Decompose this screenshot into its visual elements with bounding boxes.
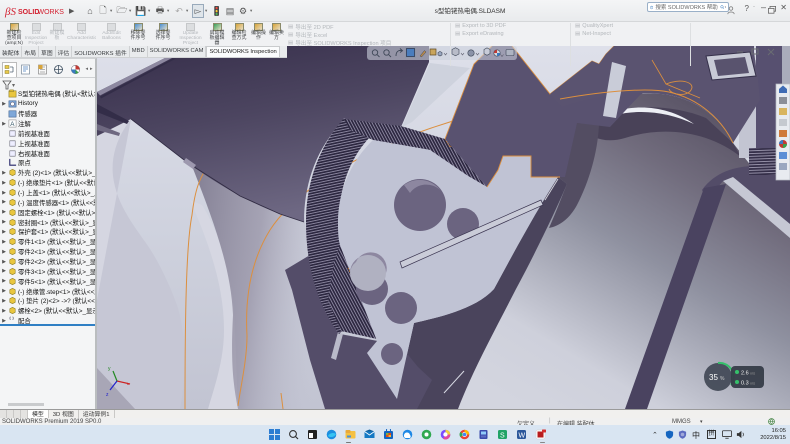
svg-text:WORKS: WORKS bbox=[38, 9, 65, 16]
svg-text:SOLID: SOLID bbox=[18, 9, 39, 16]
svg-text:x/s: x/s bbox=[750, 381, 755, 386]
svg-text:x/s: x/s bbox=[750, 371, 755, 376]
svg-text:2.6: 2.6 bbox=[741, 371, 749, 377]
svg-text:%: % bbox=[720, 376, 725, 382]
svg-text:35: 35 bbox=[709, 373, 718, 382]
svg-text:0.3: 0.3 bbox=[741, 381, 749, 387]
svg-text:βS: βS bbox=[4, 6, 16, 18]
